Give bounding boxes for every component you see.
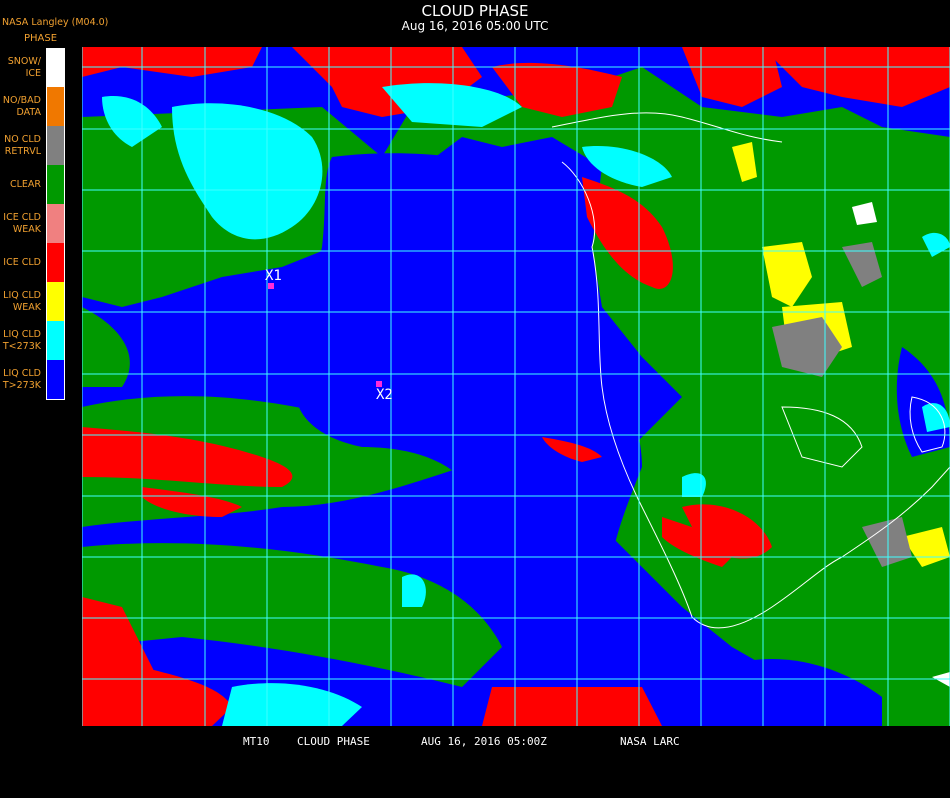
legend-swatch bbox=[46, 243, 65, 282]
footer-bar: MT10 CLOUD PHASE AUG 16, 2016 05:00Z NAS… bbox=[0, 733, 950, 750]
map-title: CLOUD PHASE bbox=[421, 2, 529, 20]
footer-org: NASA LARC bbox=[620, 735, 680, 748]
legend-swatch bbox=[46, 87, 65, 126]
footer-datetime: AUG 16, 2016 05:00Z bbox=[421, 735, 547, 748]
legend-item-ice-cld: ICE CLD bbox=[0, 243, 66, 282]
cloud-phase-map bbox=[82, 47, 950, 726]
legend-swatch bbox=[46, 204, 65, 243]
legend-label: NO CLD RETRVL bbox=[4, 133, 41, 157]
legend-label: ICE CLD WEAK bbox=[3, 211, 41, 235]
legend-swatch bbox=[46, 321, 65, 360]
phase-legend: SNOW/ ICE NO/BAD DATA NO CLD RETRVL CLEA… bbox=[0, 48, 66, 399]
legend-label: CLEAR bbox=[9, 178, 41, 190]
legend-label: LIQ CLD WEAK bbox=[3, 289, 41, 313]
legend-swatch bbox=[46, 126, 65, 165]
legend-label: LIQ CLD T>273K bbox=[2, 367, 41, 391]
legend-item-liq-cld-weak: LIQ CLD WEAK bbox=[0, 282, 66, 321]
legend-label: SNOW/ ICE bbox=[7, 55, 41, 79]
legend-swatch bbox=[46, 360, 65, 399]
legend-item-ice-cld-weak: ICE CLD WEAK bbox=[0, 204, 66, 243]
legend-item-no-cld-retrvl: NO CLD RETRVL bbox=[0, 126, 66, 165]
legend-label: LIQ CLD T<273K bbox=[2, 328, 41, 352]
footer-satellite: MT10 bbox=[243, 735, 270, 748]
marker-x1-label: X1 bbox=[265, 268, 282, 284]
marker-x2-label: X2 bbox=[376, 387, 393, 403]
footer-product: CLOUD PHASE bbox=[297, 735, 370, 748]
legend-label: ICE CLD bbox=[3, 256, 41, 268]
legend-swatch bbox=[46, 48, 65, 87]
legend-item-no-bad-data: NO/BAD DATA bbox=[0, 87, 66, 126]
brand-label: NASA Langley (M04.0) bbox=[2, 17, 109, 28]
legend-label: NO/BAD DATA bbox=[2, 94, 41, 118]
map-datetime: Aug 16, 2016 05:00 UTC bbox=[401, 19, 549, 33]
legend-item-liq-cld-cold: LIQ CLD T<273K bbox=[0, 321, 66, 360]
legend-title: PHASE bbox=[24, 33, 58, 44]
legend-swatch bbox=[46, 165, 65, 204]
legend-item-snow-ice: SNOW/ ICE bbox=[0, 48, 66, 87]
legend-item-liq-cld-warm: LIQ CLD T>273K bbox=[0, 360, 66, 399]
legend-swatch bbox=[46, 282, 65, 321]
legend-item-clear: CLEAR bbox=[0, 165, 66, 204]
